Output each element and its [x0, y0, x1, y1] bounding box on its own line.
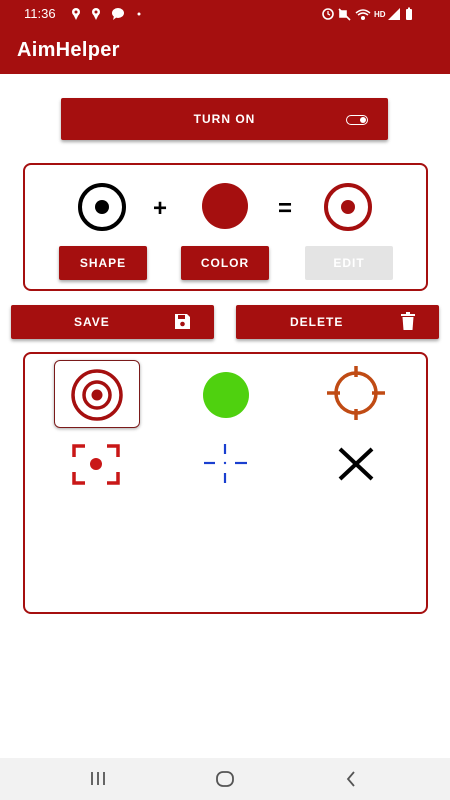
green-dot-icon [203, 372, 249, 418]
color-button[interactable]: COLOR [181, 246, 269, 280]
turn-on-button[interactable]: TURN ON [61, 98, 388, 140]
home-icon[interactable] [213, 768, 237, 790]
result-preview-icon [324, 183, 372, 231]
status-time: 11:36 [24, 6, 56, 21]
save-button-label: SAVE [74, 315, 110, 329]
turn-on-label: TURN ON [193, 112, 256, 126]
location-icon [72, 8, 80, 20]
blue-dashed-cross-icon [204, 444, 247, 483]
app-title: AimHelper [17, 39, 120, 61]
crosshair-item-red-ring[interactable] [54, 360, 140, 428]
red-ring-dot-icon [71, 369, 123, 421]
system-nav-bar [0, 758, 450, 800]
status-right-icons: HD [322, 7, 412, 21]
crosshair-item-green-dot[interactable] [182, 360, 268, 428]
crosshair-item-blue-cross[interactable] [182, 430, 268, 498]
recent-apps-icon[interactable] [86, 768, 110, 790]
status-bar: 11:36 HD [0, 0, 450, 28]
delete-button-label: DELETE [290, 315, 344, 329]
toggle-icon [346, 115, 368, 125]
floppy-disk-icon [175, 314, 190, 329]
signal-icon [388, 8, 400, 20]
shape-button[interactable]: SHAPE [59, 246, 147, 280]
crosshair-item-red-brackets[interactable] [54, 430, 140, 498]
trash-icon [401, 312, 415, 330]
delete-button[interactable]: DELETE [236, 305, 439, 339]
edit-button[interactable]: EDIT [305, 246, 393, 280]
hd-label: HD [374, 10, 386, 19]
crosshair-item-black-x[interactable] [314, 430, 400, 498]
orange-scope-icon [327, 366, 385, 420]
wifi-icon [355, 9, 371, 21]
equals-symbol: = [278, 195, 293, 222]
crosshair-builder: + = SHAPE COLOR EDIT [23, 163, 428, 291]
red-corner-brackets-icon [72, 444, 120, 485]
back-icon[interactable] [340, 768, 364, 790]
shape-button-label: SHAPE [79, 256, 127, 270]
status-left-icons [72, 8, 141, 20]
message-icon [112, 8, 124, 20]
crosshair-item-orange-scope[interactable] [314, 360, 400, 428]
color-button-label: COLOR [200, 256, 250, 270]
color-preview-swatch [202, 183, 248, 229]
saved-crosshairs-panel [23, 352, 428, 614]
alarm-icon [322, 8, 334, 20]
app-bar: AimHelper [0, 28, 450, 74]
edit-button-label: EDIT [333, 256, 365, 270]
battery-icon [406, 7, 412, 20]
shape-preview-icon [78, 183, 126, 231]
save-button[interactable]: SAVE [11, 305, 214, 339]
mute-icon [338, 8, 351, 21]
black-x-icon [338, 447, 374, 481]
dot-icon [137, 12, 141, 16]
plus-symbol: + [153, 195, 168, 222]
location-icon [92, 8, 100, 20]
